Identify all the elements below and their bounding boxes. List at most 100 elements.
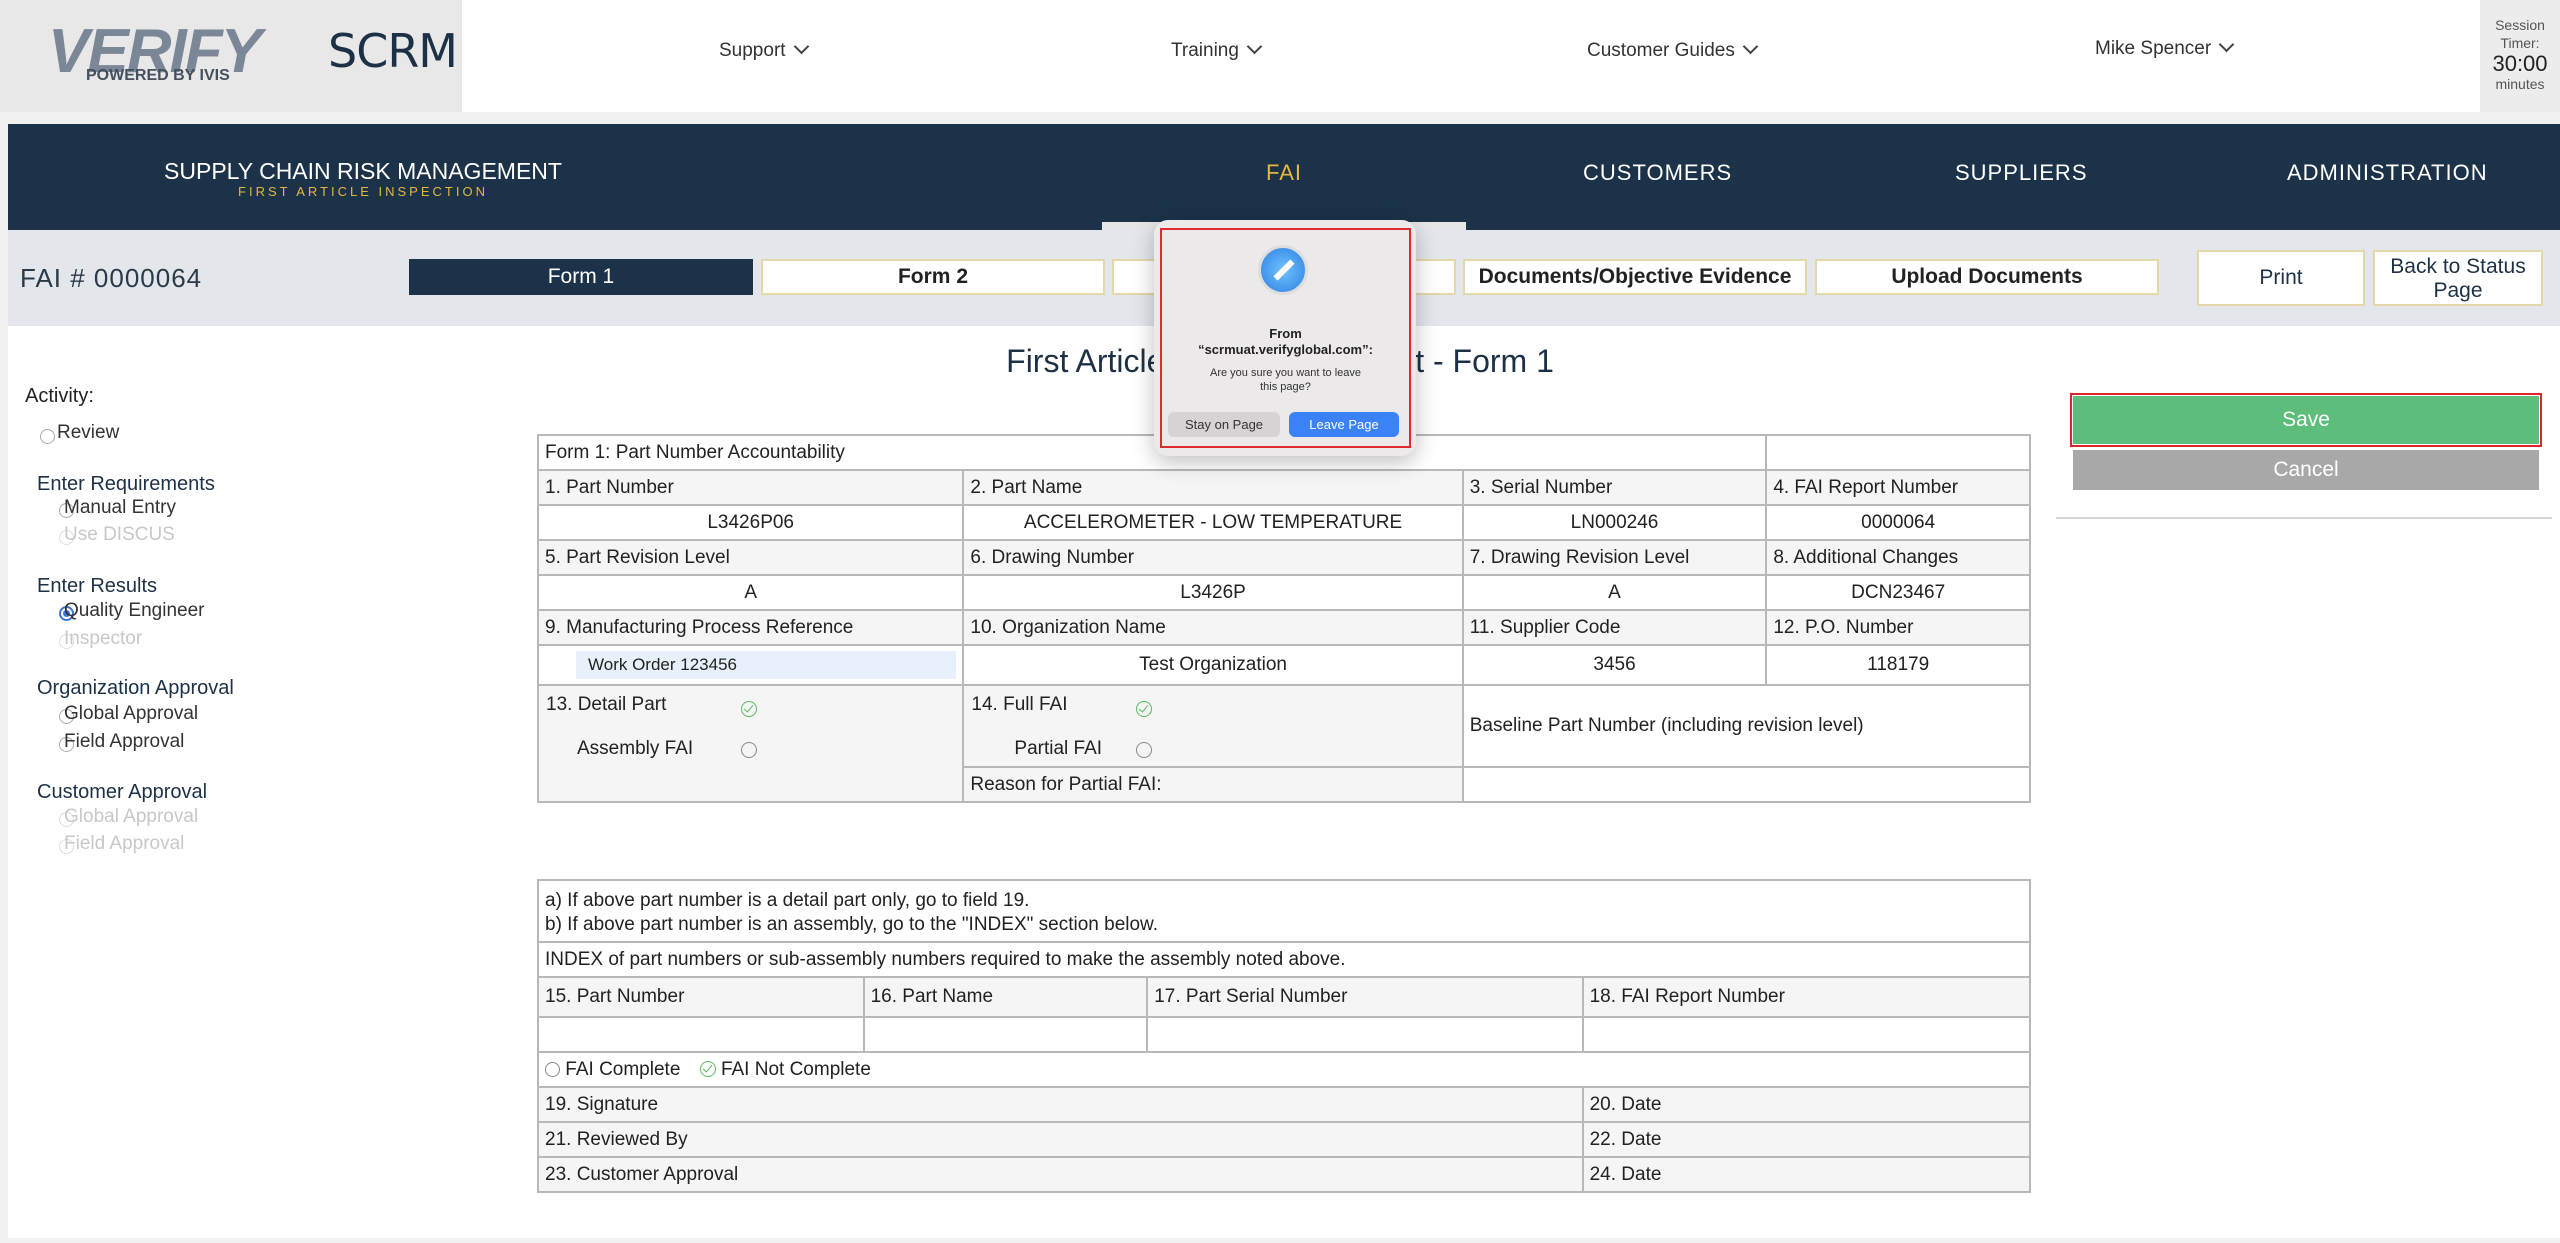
partial-fai-radio[interactable] bbox=[1136, 742, 1153, 758]
user-menu[interactable]: Mike Spencer bbox=[2095, 36, 2235, 60]
manual-entry-label: Manual Entry bbox=[64, 497, 176, 518]
nav-suppliers[interactable]: SUPPLIERS bbox=[1955, 160, 2088, 186]
reason-partial-fai-value[interactable] bbox=[1461, 766, 2032, 803]
manufacturing-process-input[interactable]: Work Order 123456 bbox=[576, 651, 957, 679]
chevron-down-icon bbox=[1246, 38, 1263, 55]
enter-results-label: Enter Results bbox=[37, 575, 158, 597]
index-table: a) If above part number is a detail part… bbox=[537, 879, 2032, 1193]
chevron-down-icon bbox=[1742, 38, 1759, 55]
session-timer: Session Timer: 30:00 minutes bbox=[2480, 0, 2560, 112]
empty-cell bbox=[1765, 434, 2031, 471]
po-number-value: 118179 bbox=[1765, 644, 2031, 686]
manufacturing-process-cell: Work Order 123456 bbox=[536, 644, 965, 686]
serial-number-value: LN000246 bbox=[1461, 504, 1768, 541]
col-fai-report-number: 18. FAI Report Number bbox=[1581, 976, 2032, 1018]
index-row-serial[interactable] bbox=[1146, 1016, 1584, 1053]
save-button[interactable]: Save bbox=[2073, 396, 2539, 444]
org-field-approval-label: Field Approval bbox=[64, 731, 185, 752]
review-radio[interactable] bbox=[40, 429, 55, 444]
customer-guides-label: Customer Guides bbox=[1587, 40, 1735, 61]
dialog-message-1: Are you sure you want to leave bbox=[1209, 367, 1362, 379]
dialog-host: “scrmuat.verifyglobal.com”: bbox=[1198, 342, 1373, 357]
col-part-number: 15. Part Number bbox=[537, 976, 865, 1018]
dialog-message-2: this page? bbox=[1260, 381, 1311, 393]
logo-subtitle: POWERED BY IVIS bbox=[86, 67, 230, 84]
part-name-value: ACCELEROMETER - LOW TEMPERATURE bbox=[962, 504, 1464, 541]
fai-not-complete-check-icon[interactable] bbox=[699, 1061, 716, 1078]
support-menu[interactable]: Support bbox=[719, 38, 809, 62]
session-time: 30:00 bbox=[2492, 51, 2548, 76]
cancel-button[interactable]: Cancel bbox=[2073, 450, 2539, 490]
header-part-name: 2. Part Name bbox=[962, 469, 1464, 506]
back-label-2: Page bbox=[2433, 279, 2483, 302]
full-fai-cell: 14. Full FAI Partial FAI bbox=[962, 684, 1464, 768]
drawing-revision-value: A bbox=[1461, 574, 1768, 611]
app-name: SCRM bbox=[328, 24, 458, 78]
organization-name-value: Test Organization bbox=[962, 644, 1464, 686]
reason-partial-fai-label: Reason for Partial FAI: bbox=[962, 766, 1464, 803]
nav-fai[interactable]: FAI bbox=[1266, 160, 1302, 186]
header-part-number: 1. Part Number bbox=[536, 469, 965, 506]
chevron-down-icon bbox=[2218, 36, 2235, 53]
partial-fai-label: Partial FAI bbox=[1014, 738, 1103, 759]
stay-on-page-button[interactable]: Stay on Page bbox=[1168, 412, 1280, 437]
assembly-fai-radio[interactable] bbox=[741, 742, 757, 758]
drawing-number-value: L3426P bbox=[962, 574, 1464, 611]
back-to-status-button[interactable]: Back to Status Page bbox=[2373, 250, 2543, 306]
detail-part-cell: 13. Detail Part Assembly FAI bbox=[536, 684, 965, 803]
dialog-from: From bbox=[1269, 326, 1302, 341]
header-po-number: 12. P.O. Number bbox=[1765, 609, 2031, 646]
signature-label: 19. Signature bbox=[537, 1086, 1584, 1123]
org-global-approval-label: Global Approval bbox=[64, 703, 199, 724]
header-additional-changes: 8. Additional Changes bbox=[1765, 539, 2031, 576]
supplier-code-value: 3456 bbox=[1461, 644, 1768, 686]
nav-administration[interactable]: ADMINISTRATION bbox=[2287, 160, 2488, 186]
customer-approval-label: Customer Approval bbox=[37, 781, 208, 803]
instructions-cell: a) If above part number is a detail part… bbox=[537, 879, 2031, 943]
header-supplier-code: 11. Supplier Code bbox=[1461, 609, 1768, 646]
full-fai-check-icon[interactable] bbox=[1136, 700, 1153, 717]
index-row-fai-report[interactable] bbox=[1581, 1016, 2032, 1053]
col-part-name: 16. Part Name bbox=[862, 976, 1149, 1018]
divider bbox=[2056, 517, 2552, 519]
tab-form-2[interactable]: Form 2 bbox=[761, 259, 1105, 295]
fai-complete-radio[interactable] bbox=[545, 1061, 560, 1077]
detail-part-check-icon[interactable] bbox=[741, 700, 757, 717]
full-fai-label: 14. Full FAI bbox=[971, 694, 1068, 715]
review-label: Review bbox=[57, 422, 120, 443]
header-drawing-number: 6. Drawing Number bbox=[962, 539, 1464, 576]
index-description: INDEX of part numbers or sub-assembly nu… bbox=[537, 941, 2031, 978]
fai-complete-label: FAI Complete bbox=[565, 1058, 681, 1080]
training-label: Training bbox=[1171, 40, 1239, 61]
quality-engineer-label: Quality Engineer bbox=[64, 600, 205, 621]
tab-upload-documents[interactable]: Upload Documents bbox=[1815, 259, 2159, 295]
header-manufacturing-process: 9. Manufacturing Process Reference bbox=[536, 609, 965, 646]
fai-number: FAI # 0000064 bbox=[20, 263, 203, 293]
leave-page-button[interactable]: Leave Page bbox=[1289, 412, 1399, 437]
nav-customers[interactable]: CUSTOMERS bbox=[1583, 160, 1732, 186]
header-fai-report-number: 4. FAI Report Number bbox=[1765, 469, 2031, 506]
support-label: Support bbox=[719, 40, 786, 61]
index-row-part-name[interactable] bbox=[862, 1016, 1149, 1053]
inspector-label: Inspector bbox=[64, 628, 143, 649]
chevron-down-icon bbox=[793, 38, 809, 55]
header-part-revision: 5. Part Revision Level bbox=[536, 539, 965, 576]
part-number-value: L3426P06 bbox=[536, 504, 965, 541]
user-name: Mike Spencer bbox=[2095, 38, 2212, 59]
fai-status-cell: FAI Complete FAI Not Complete bbox=[537, 1051, 2031, 1088]
fai-not-complete-label: FAI Not Complete bbox=[720, 1058, 871, 1080]
training-menu[interactable]: Training bbox=[1171, 38, 1263, 62]
header-drawing-revision: 7. Drawing Revision Level bbox=[1461, 539, 1768, 576]
tab-documents[interactable]: Documents/Objective Evidence bbox=[1463, 259, 1807, 295]
instruction-a: a) If above part number is a detail part… bbox=[545, 890, 1030, 911]
part-revision-value: A bbox=[536, 574, 965, 611]
cust-global-approval-label: Global Approval bbox=[64, 806, 199, 827]
date-22-label: 22. Date bbox=[1581, 1121, 2032, 1158]
back-label-1: Back to Status bbox=[2390, 255, 2526, 278]
header-organization-name: 10. Organization Name bbox=[962, 609, 1464, 646]
cust-field-approval-label: Field Approval bbox=[64, 833, 185, 854]
index-row-part-number[interactable] bbox=[537, 1016, 865, 1053]
print-button[interactable]: Print bbox=[2197, 250, 2365, 306]
tab-form-1[interactable]: Form 1 bbox=[409, 259, 753, 295]
customer-guides-menu[interactable]: Customer Guides bbox=[1587, 38, 1759, 62]
